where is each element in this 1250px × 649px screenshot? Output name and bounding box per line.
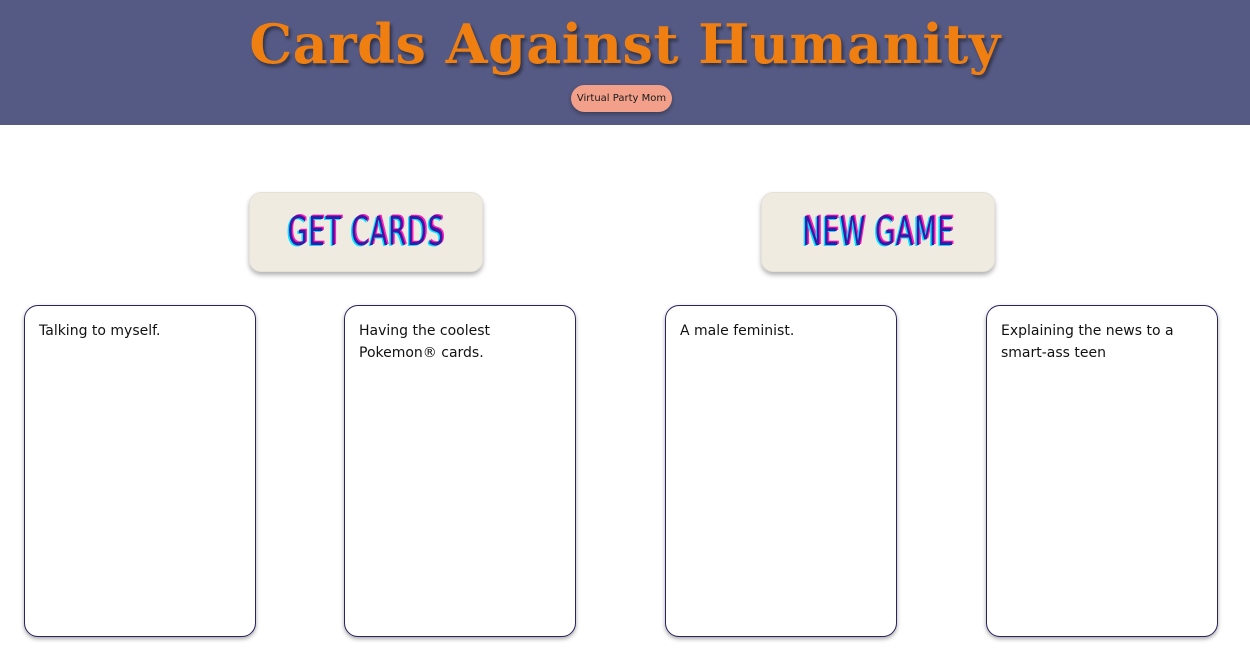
answer-card[interactable]: Having the coolest Pokemon® cards. bbox=[344, 305, 576, 637]
get-cards-button[interactable]: Get Cards bbox=[249, 192, 483, 272]
subtitle-badge[interactable]: Virtual Party Mom bbox=[571, 85, 672, 112]
card-text: A male feminist. bbox=[680, 323, 795, 339]
page-header: Cards Against Humanity Virtual Party Mom bbox=[0, 0, 1250, 125]
page-title: Cards Against Humanity bbox=[249, 12, 1001, 76]
answer-card[interactable]: Talking to myself. bbox=[24, 305, 256, 637]
card-text: Having the coolest Pokemon® cards. bbox=[359, 323, 491, 361]
answer-card[interactable]: Explaining the news to a smart-ass teen bbox=[986, 305, 1218, 637]
new-game-button[interactable]: New Game bbox=[761, 192, 995, 272]
get-cards-button-label: Get Cards bbox=[287, 209, 445, 255]
card-text: Talking to myself. bbox=[39, 323, 161, 339]
card-text: Explaining the news to a smart-ass teen bbox=[1001, 323, 1174, 361]
answer-card[interactable]: A male feminist. bbox=[665, 305, 897, 637]
new-game-button-label: New Game bbox=[802, 209, 954, 255]
